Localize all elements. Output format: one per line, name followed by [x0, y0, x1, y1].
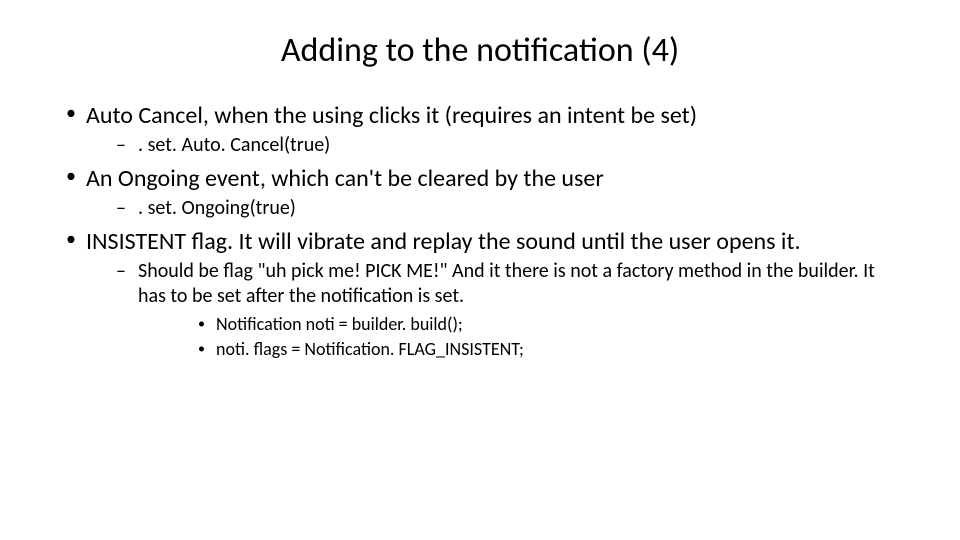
slide-title: Adding to the notification (4) [60, 30, 900, 71]
sub-bullet-list: . set. Auto. Cancel(true) [86, 133, 900, 158]
sub-sub-bullet-item: Notification noti = builder. build(); [138, 313, 900, 336]
bullet-item: An Ongoing event, which can't be cleared… [60, 164, 900, 221]
sub-bullet-item: . set. Auto. Cancel(true) [86, 133, 900, 158]
sub-bullet-item: Should be flag "uh pick me! PICK ME!" An… [86, 259, 900, 360]
sub-bullet-item: . set. Ongoing(true) [86, 196, 900, 221]
sub-sub-bullet-text: noti. flags = Notification. FLAG_INSISTE… [216, 338, 524, 360]
sub-bullet-text: . set. Auto. Cancel(true) [138, 133, 330, 157]
bullet-text: INSISTENT flag. It will vibrate and repl… [86, 227, 801, 256]
sub-sub-bullet-text: Notification noti = builder. build(); [216, 313, 463, 335]
sub-sub-bullet-item: noti. flags = Notification. FLAG_INSISTE… [138, 338, 900, 361]
sub-bullet-text: Should be flag "uh pick me! PICK ME!" An… [138, 259, 875, 308]
bullet-list: Auto Cancel, when the using clicks it (r… [60, 101, 900, 360]
bullet-item: INSISTENT flag. It will vibrate and repl… [60, 227, 900, 360]
bullet-item: Auto Cancel, when the using clicks it (r… [60, 101, 900, 158]
bullet-text: An Ongoing event, which can't be cleared… [86, 164, 604, 193]
sub-bullet-list: Should be flag "uh pick me! PICK ME!" An… [86, 259, 900, 360]
slide: Adding to the notification (4) Auto Canc… [0, 0, 960, 540]
sub-sub-bullet-list: Notification noti = builder. build(); no… [138, 313, 900, 360]
sub-bullet-list: . set. Ongoing(true) [86, 196, 900, 221]
sub-bullet-text: . set. Ongoing(true) [138, 196, 296, 220]
bullet-text: Auto Cancel, when the using clicks it (r… [86, 101, 697, 130]
